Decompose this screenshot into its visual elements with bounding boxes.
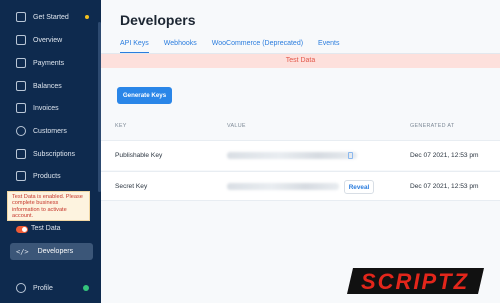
table-row: Secret Key Reveal Dec 07 2021, 12:53 pm [101,171,500,201]
masked-key-value [227,152,357,159]
sidebar-item-label: Payments [33,59,65,67]
tab-api-keys[interactable]: API Keys [120,40,149,54]
sidebar-item-label: Customers [33,127,67,135]
test-data-banner: Test Data [101,54,500,68]
chart-line-icon [16,35,26,45]
test-data-label: Test Data [31,225,61,232]
sidebar-item-label: Get Started [33,13,69,21]
table-header: KEY VALUE GENERATED AT [101,120,500,134]
wallet-icon [16,81,26,91]
user-icon [16,126,26,136]
sidebar: Get Started Overview Payments Balances I… [0,0,101,303]
sidebar-item-profile[interactable]: Profile [16,283,53,293]
notification-dot [85,15,89,19]
tab-webhooks[interactable]: Webhooks [164,40,197,54]
column-header-key: KEY [115,123,127,129]
calendar-icon [16,149,26,159]
code-icon: </> [16,247,29,256]
generated-date: Dec 07 2021, 12:53 pm [410,183,479,190]
shield-check-icon [16,12,26,22]
column-header-generated-at: GENERATED AT [410,123,455,129]
sidebar-item-subscriptions[interactable]: Subscriptions [16,147,95,161]
sidebar-item-label: Subscriptions [33,150,76,158]
sidebar-item-get-started[interactable]: Get Started [16,10,95,24]
sidebar-item-products[interactable]: Products [16,169,95,183]
reveal-button[interactable]: Reveal [344,180,374,194]
sidebar-item-label: Balances [33,82,62,90]
sidebar-item-customers[interactable]: Customers [16,124,95,138]
sidebar-item-label: Developers [37,248,74,255]
status-dot [83,285,89,291]
key-name: Publishable Key [115,152,163,159]
scriptz-watermark-logo: SCRIPTZ [347,268,484,294]
test-data-warning: Test Data is enabled. Please complete bu… [7,191,90,221]
tab-events[interactable]: Events [318,40,339,54]
sidebar-item-label: Invoices [33,104,59,112]
sidebar-item-overview[interactable]: Overview [16,33,95,47]
key-name: Secret Key [115,183,148,190]
column-header-value: VALUE [227,123,246,129]
test-data-toggle[interactable] [16,226,28,233]
credit-card-icon [16,58,26,68]
svg-text:SCRIPTZ: SCRIPTZ [361,269,469,294]
generated-date: Dec 07 2021, 12:53 pm [410,152,479,159]
sidebar-item-label: Profile [33,284,53,292]
generate-keys-button[interactable]: Generate Keys [117,87,172,104]
table-row: Publishable Key Dec 07 2021, 12:53 pm [101,140,500,170]
sidebar-item-payments[interactable]: Payments [16,56,95,70]
sidebar-item-invoices[interactable]: Invoices [16,101,95,115]
user-circle-icon [16,283,26,293]
masked-key-value [227,183,339,190]
sidebar-item-label: Overview [33,36,63,44]
tab-bar: API Keys Webhooks WooCommerce (Deprecate… [120,40,354,54]
tab-woocommerce[interactable]: WooCommerce (Deprecated) [212,40,303,54]
box-icon [16,171,26,181]
sidebar-item-balances[interactable]: Balances [16,79,95,93]
sidebar-item-developers[interactable]: </> Developers [10,243,93,260]
sidebar-item-label: Products [33,172,61,180]
page-title: Developers [120,12,196,28]
copy-icon[interactable] [348,152,353,159]
invoice-icon [16,103,26,113]
main-content: Developers API Keys Webhooks WooCommerce… [101,0,500,303]
